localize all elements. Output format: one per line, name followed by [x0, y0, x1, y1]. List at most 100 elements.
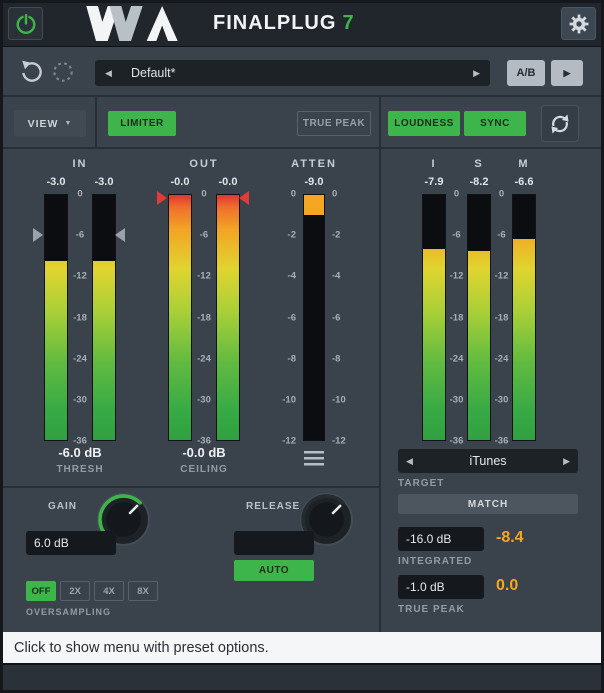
in-peak-right: -3.0 — [95, 176, 114, 188]
footer-bar — [0, 663, 604, 693]
scale-tick: -30 — [446, 394, 467, 405]
gear-icon — [569, 14, 589, 34]
i-peak: -7.9 — [425, 176, 444, 188]
short-meter-label: S — [474, 158, 483, 170]
oversampling-option-2x[interactable]: 2X — [60, 581, 90, 601]
integrated-caption: INTEGRATED — [398, 556, 472, 567]
limiter-toggle-button[interactable]: LIMITER — [108, 111, 176, 136]
scale-tick: -2 — [270, 230, 298, 241]
atten-meter-bar — [303, 194, 325, 441]
logo-icon — [62, 6, 202, 41]
divider — [0, 486, 379, 488]
auto-release-button[interactable]: AUTO — [234, 560, 314, 581]
gain-value-field[interactable]: 6.0 dB — [26, 531, 116, 555]
preset-play-button[interactable]: ▶ — [551, 60, 583, 86]
preset-prev-icon[interactable]: ◀ — [105, 68, 112, 79]
scale-tick: -24 — [446, 353, 467, 364]
scale-tick: -24 — [68, 353, 92, 364]
preset-name: Default* — [131, 66, 175, 80]
scale-tick: -12 — [330, 436, 358, 447]
scale-tick: -36 — [491, 436, 512, 447]
oversampling-option-4x[interactable]: 4X — [94, 581, 124, 601]
scale-tick: -12 — [446, 271, 467, 282]
redo-button[interactable] — [49, 58, 77, 86]
in-meter-scale: 0 -6 -12 -18 -24 -30 -36 — [68, 194, 92, 441]
oversampling-caption: OVERSAMPLING — [26, 607, 111, 617]
release-label: RELEASE — [246, 501, 300, 512]
scale-tick: -18 — [491, 312, 512, 323]
scale-tick: 0 — [491, 189, 512, 200]
oversampling-option-8x[interactable]: 8X — [128, 581, 158, 601]
settings-button[interactable] — [561, 7, 596, 40]
ceiling-marker-right[interactable] — [239, 191, 249, 205]
target-selector[interactable]: ◀ iTunes ▶ — [398, 449, 578, 473]
out-peak-left: -0.0 — [171, 176, 190, 188]
sync-toggle-button[interactable]: SYNC — [464, 111, 526, 136]
plugin-name: FINALPLUG — [213, 12, 336, 34]
true-peak-toggle-button[interactable]: TRUE PEAK — [297, 111, 371, 136]
scale-tick: -6 — [192, 230, 216, 241]
title-bar: FINALPLUG7 — [0, 0, 604, 47]
scale-tick: -30 — [491, 394, 512, 405]
atten-meter-label: ATTEN — [291, 158, 337, 170]
scale-tick: -6 — [491, 230, 512, 241]
scale-tick: 0 — [270, 189, 298, 200]
undo-icon — [19, 59, 45, 85]
scale-tick: -12 — [192, 271, 216, 282]
scale-tick: 0 — [330, 189, 358, 200]
ceiling-marker-left[interactable] — [157, 191, 167, 205]
true-peak-target-field[interactable]: -1.0 dB — [398, 575, 484, 599]
in-peak-left: -3.0 — [47, 176, 66, 188]
target-caption: TARGET — [398, 478, 444, 489]
power-button[interactable] — [8, 7, 43, 40]
out-meter-scale: 0 -6 -12 -18 -24 -30 -36 — [192, 194, 216, 441]
ism-scale-2: 0 -6 -12 -18 -24 -30 -36 — [491, 194, 512, 441]
scale-tick: -4 — [270, 271, 298, 282]
true-peak-value: 0.0 — [496, 577, 518, 595]
scale-tick: -30 — [68, 394, 92, 405]
out-peak-right: -0.0 — [219, 176, 238, 188]
scale-tick: -10 — [270, 394, 298, 405]
scale-tick: 0 — [446, 189, 467, 200]
view-menu-button[interactable]: VIEW ▼ — [14, 110, 86, 137]
ceiling-readout[interactable]: -0.0 dB — [182, 445, 225, 460]
in-meter-left-bar — [44, 194, 68, 441]
scale-tick: -6 — [270, 312, 298, 323]
scale-tick: -24 — [491, 353, 512, 364]
status-message: Click to show menu with preset options. — [14, 640, 269, 656]
thresh-readout[interactable]: -6.0 dB — [58, 445, 101, 460]
atten-scale-left: 0 -2 -4 -6 -8 -10 -12 — [270, 194, 298, 441]
undo-button[interactable] — [18, 58, 46, 86]
integrated-target-field[interactable]: -16.0 dB — [398, 527, 484, 551]
view-label: VIEW — [28, 118, 59, 130]
gain-label: GAIN — [48, 501, 77, 512]
s-meter-bar — [467, 194, 491, 441]
ab-compare-button[interactable]: A/B — [507, 60, 545, 86]
in-meter-right-bar — [92, 194, 116, 441]
scale-tick: -12 — [68, 271, 92, 282]
i-meter-bar — [422, 194, 446, 441]
scale-tick: -4 — [330, 271, 358, 282]
oversampling-option-off[interactable]: OFF — [26, 581, 56, 601]
atten-peak: -9.0 — [305, 176, 324, 188]
loudness-reset-button[interactable] — [541, 105, 579, 142]
scale-tick: -12 — [491, 271, 512, 282]
finalplug-window: FINALPLUG7 — [0, 0, 604, 693]
preset-next-icon[interactable]: ▶ — [473, 68, 480, 79]
threshold-marker-left[interactable] — [33, 228, 43, 242]
scale-tick: -36 — [446, 436, 467, 447]
threshold-marker-right[interactable] — [115, 228, 125, 242]
chevron-down-icon: ▼ — [64, 120, 72, 127]
thresh-caption: THRESH — [56, 464, 103, 475]
preset-selector[interactable]: ◀ Default* ▶ — [95, 60, 490, 86]
in-meter-label: IN — [73, 158, 88, 170]
match-button[interactable]: MATCH — [398, 494, 578, 514]
release-value-field[interactable] — [234, 531, 314, 555]
scale-tick: 0 — [68, 189, 92, 200]
meter-menu-button[interactable] — [304, 450, 324, 466]
loudness-toggle-button[interactable]: LOUDNESS — [388, 111, 460, 136]
refresh-icon — [548, 112, 572, 136]
scale-tick: -10 — [330, 394, 358, 405]
redo-icon — [50, 59, 76, 85]
atten-scale-right: 0 -2 -4 -6 -8 -10 -12 — [330, 194, 358, 441]
